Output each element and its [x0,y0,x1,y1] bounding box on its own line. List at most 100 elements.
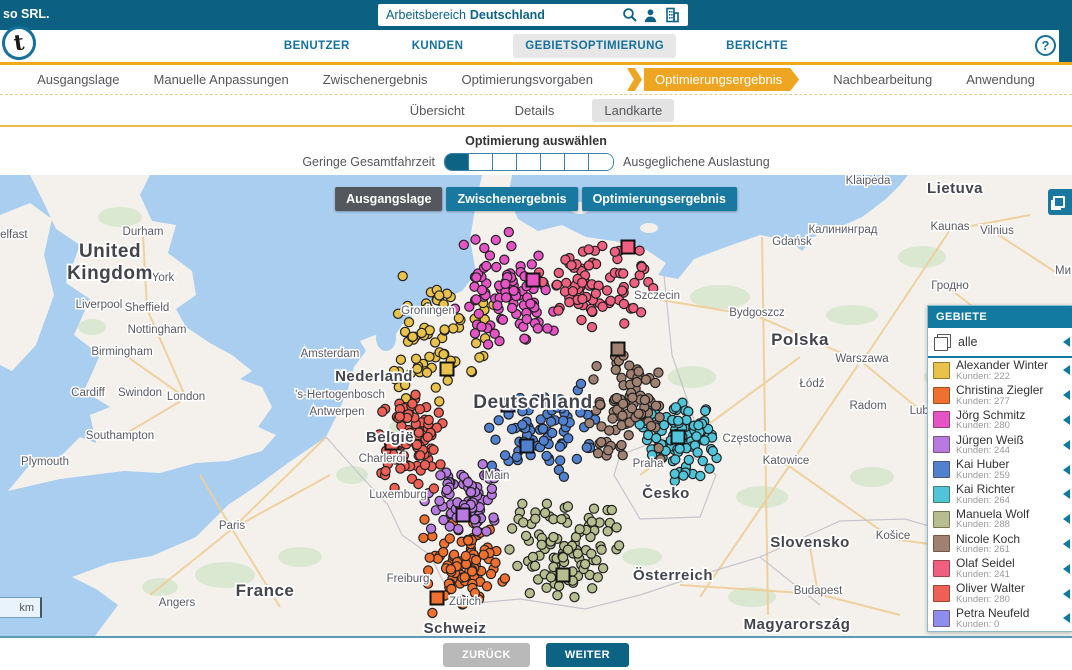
territory-customers: Kunden: 280 [956,421,1052,431]
map-city-label: Cardiff [71,387,105,399]
panel-item-christina-ziegler[interactable]: Christina ZieglerKunden: 277 [928,383,1072,408]
panel-item-arrow[interactable] [1058,465,1070,475]
nav-item-kunden[interactable]: KUNDEN [400,34,476,58]
map-canvas[interactable]: BelfastDurhamYorkLiverpoolSheffieldNotti… [0,175,1072,636]
panel-item-arrow[interactable] [1058,589,1070,599]
building-icon[interactable] [663,7,680,24]
user-icon[interactable] [642,7,659,24]
nav-item-benutzer[interactable]: BENUTZER [272,34,362,58]
subtab-bersicht[interactable]: Übersicht [398,99,477,122]
map-city-label: Angers [159,597,196,609]
wizard-step-optimierungsergebnis[interactable]: Optimierungsergebnis [627,68,799,91]
map-city-label: Bydgoszcz [729,307,785,319]
app-window: so SRL. Arbeitsbereich Deutschland t BEN… [0,0,1072,670]
chevron-right-icon [627,68,642,91]
panel-item-j-rgen-wei[interactable]: Jürgen WeißKunden: 244 [928,432,1072,457]
panel-item-manuela-wolf[interactable]: Manuela WolfKunden: 288 [928,507,1072,532]
view-subtabs: Übersicht Details Landkarte [0,95,1072,127]
wizard-step-manuelle-anpassungen[interactable]: Manuelle Anpassungen [154,72,289,87]
slider-segment-6[interactable] [589,154,613,170]
panel-item-petra-neufeld[interactable]: Petra NeufeldKunden: 0 [928,606,1072,631]
wizard-step-anwendung[interactable]: Anwendung [966,72,1035,87]
slider-segment-4[interactable] [541,154,565,170]
subtab-details[interactable]: Details [503,99,567,122]
slider-segment-2[interactable] [493,154,517,170]
territory-customers: Kunden: 259 [956,471,1052,481]
slider-segment-5[interactable] [565,154,589,170]
territory-customers: Kunden: 288 [956,520,1052,530]
segmented-slider[interactable] [444,153,614,171]
panel-item-alexander-winter[interactable]: Alexander WinterKunden: 222 [928,358,1072,383]
panel-item-arrow[interactable] [1058,440,1070,450]
map-country-label: Österreich [633,567,713,584]
layers-all-icon [934,334,951,351]
map-city-label: Łódź [800,378,825,390]
slider-segment-3[interactable] [517,154,541,170]
help-button[interactable]: ? [1035,35,1056,56]
map-button-ausgangslage[interactable]: Ausgangslage [335,187,442,211]
map-button-zwischenergebnis[interactable]: Zwischenergebnis [447,187,578,211]
workspace-search[interactable]: Arbeitsbereich Deutschland [378,4,688,26]
panel-item-arrow[interactable] [1058,365,1070,375]
panel-item-text: Manuela WolfKunden: 288 [956,508,1052,531]
panel-item-all[interactable]: alle [928,328,1072,358]
panel-item-arrow[interactable] [1058,489,1070,499]
map-city-label: Vilnius [980,225,1014,237]
panel-item-olaf-seidel[interactable]: Olaf SeidelKunden: 241 [928,556,1072,581]
wizard-step-nachbearbeitung[interactable]: Nachbearbeitung [833,72,932,87]
back-button[interactable]: ZURÜCK [443,643,530,667]
map-scale[interactable]: km [0,597,42,618]
map-city-label: Antwerpen [310,406,365,418]
panel-item-arrow[interactable] [1058,539,1070,549]
next-button[interactable]: WEITER [546,643,629,667]
territory-customers: Kunden: 264 [956,496,1052,506]
map-city-label: Калининград [808,224,877,236]
nav-items: BENUTZER KUNDEN GEBIETSOPTIMIERUNG BERICHTE [272,34,800,58]
map-city-label: Main [485,470,510,482]
panel-item-nicole-koch[interactable]: Nicole KochKunden: 261 [928,532,1072,557]
map-city-label: York [152,272,175,284]
map-country-label: Polska [771,330,829,349]
panel-item-arrow[interactable] [1058,514,1070,524]
map[interactable]: BelfastDurhamYorkLiverpoolSheffieldNotti… [0,175,1072,636]
panel-item-j-rg-schmitz[interactable]: Jörg SchmitzKunden: 280 [928,408,1072,433]
panel-item-oliver-walter[interactable]: Oliver WalterKunden: 280 [928,581,1072,606]
panel-item-kai-huber[interactable]: Kai HuberKunden: 259 [928,457,1072,482]
map-city-label: Budapest [794,585,843,597]
footer: ZURÜCK WEITER [0,636,1072,670]
territory-color-swatch [933,511,950,528]
map-city-label: Swindon [118,387,162,399]
search-icon[interactable] [621,7,638,24]
panel-item-arrow[interactable] [1058,415,1070,425]
panel-item-text: Kai HuberKunden: 259 [956,458,1052,481]
workspace-label: Arbeitsbereich [386,8,466,22]
territory-color-swatch [933,486,950,503]
wizard-step-zwischenergebnis[interactable]: Zwischenergebnis [323,72,428,87]
corner-strip [1059,30,1072,62]
panel-item-arrow[interactable] [1058,390,1070,400]
map-city-label: Kaunas [930,221,969,233]
panel-item-arrow[interactable] [1058,564,1070,574]
gebiete-panel: GEBIETE alle Alexander WinterKunden: 222… [927,305,1072,632]
map-country-label: UnitedKingdom [67,241,153,284]
wizard-step-ausgangslage[interactable]: Ausgangslage [37,72,119,87]
nav-item-gebietsoptimierung[interactable]: GEBIETSOPTIMIERUNG [513,34,676,58]
slider-segment-0[interactable] [445,154,469,170]
map-city-label: Paris [219,520,245,532]
app-logo[interactable]: t [0,24,38,62]
panel-item-kai-richter[interactable]: Kai RichterKunden: 264 [928,482,1072,507]
map-city-label: Birmingham [91,346,152,358]
panel-item-text: Nicole KochKunden: 261 [956,533,1052,556]
wizard-step-optimierungsvorgaben[interactable]: Optimierungsvorgaben [461,72,593,87]
territory-center-marker [457,509,470,522]
nav-item-berichte[interactable]: BERICHTE [714,34,800,58]
map-panel-toggle[interactable] [1048,189,1072,215]
panel-item-arrow[interactable] [1058,337,1070,347]
panel-item-arrow[interactable] [1058,613,1070,623]
subtab-landkarte[interactable]: Landkarte [592,99,674,122]
territory-color-swatch [933,436,950,453]
map-city-label: 's-Hertogenbosch [295,389,385,401]
slider-segment-1[interactable] [469,154,493,170]
panel-item-text: Oliver WalterKunden: 280 [956,582,1052,605]
map-button-optimierungsergebnis[interactable]: Optimierungsergebnis [582,187,737,211]
